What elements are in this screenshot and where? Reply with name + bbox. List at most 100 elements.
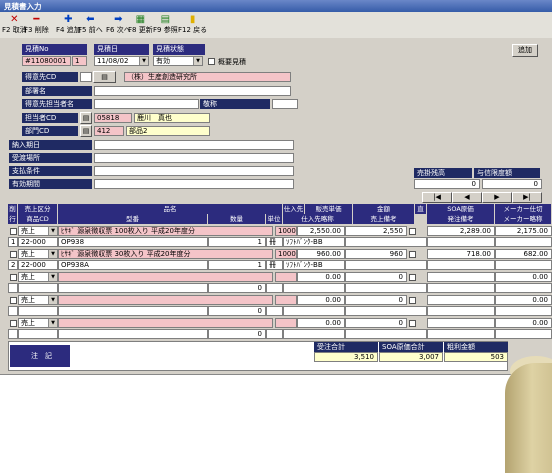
customer-name-field[interactable]: （株）生産創造研究所 [124,72,291,82]
status-select[interactable]: 有効 [153,56,203,66]
quantity-field[interactable]: 0 [208,283,266,293]
toolbar-button-0[interactable]: ✕ F2 取消 [2,13,27,37]
amount-field[interactable]: 2,550 [345,226,407,236]
delete-checkbox[interactable] [10,320,17,327]
unit-field[interactable] [266,329,283,339]
model-field[interactable] [58,306,208,316]
order-note-field[interactable] [427,237,495,247]
direct-checkbox[interactable] [409,274,416,281]
model-field[interactable]: OP938A [58,260,208,270]
product-cd-field[interactable] [18,306,58,316]
amount-field[interactable]: 0 [345,295,407,305]
product-name-field[interactable]: ﾋｻｷﾞ 源泉徴収票 30枚入り 平成20年度分 [58,249,273,259]
delete-checkbox[interactable] [10,274,17,281]
unit-field[interactable]: 冊 [266,237,283,247]
soa-cost-field[interactable] [427,272,495,282]
dept-name-field[interactable] [94,86,291,96]
staff-name-field[interactable]: 鹿川 真也 [134,113,210,123]
soa-cost-field[interactable] [427,295,495,305]
unit-price-field[interactable]: 0.00 [297,318,345,328]
unit-price-field[interactable]: 960.00 [297,249,345,259]
sales-type-select[interactable]: 売上 [18,318,58,328]
sales-note-field[interactable] [345,329,427,339]
payment-field[interactable] [94,166,294,176]
unit-field[interactable] [266,306,283,316]
order-note-field[interactable] [427,283,495,293]
estimate-no-suffix[interactable]: 1 [72,56,87,66]
contact-field[interactable] [94,99,199,109]
unit-price-field[interactable]: 2,550.00 [297,226,345,236]
direct-checkbox[interactable] [409,297,416,304]
section-cd-field[interactable]: 412 [94,126,124,136]
order-note-field[interactable] [427,260,495,270]
toolbar-button-6[interactable]: ▤ F9 参照 [153,13,178,37]
maker-price-field[interactable]: 0.00 [495,318,552,328]
honorific-field[interactable] [272,99,298,109]
maker-price-field[interactable]: 682.00 [495,249,552,259]
unit-field[interactable] [266,283,283,293]
delete-checkbox[interactable] [10,251,17,258]
soa-cost-field[interactable]: 718.00 [427,249,495,259]
product-cd-field[interactable]: 22-000 [18,260,58,270]
sales-type-select[interactable]: 売上 [18,295,58,305]
supplier-cd-field[interactable] [275,318,297,328]
product-name-field[interactable]: ﾋｻｷﾞ 源泉徴収票 100枚入り 平成20年度分 [58,226,273,236]
toolbar-button-7[interactable]: ▮ F12 戻る [178,13,207,37]
product-cd-field[interactable]: 22-000 [18,237,58,247]
product-name-field[interactable] [58,272,273,282]
first-record-button[interactable]: |◀ [422,192,452,203]
supplier-cd-field[interactable] [275,295,297,305]
order-note-field[interactable] [427,329,495,339]
amount-field[interactable]: 0 [345,318,407,328]
quantity-field[interactable]: 1 [208,260,266,270]
toolbar-button-4[interactable]: ➡ F6 次へ [106,13,131,37]
sales-note-field[interactable] [345,306,427,316]
customer-cd-field[interactable] [80,72,92,82]
summary-checkbox[interactable] [208,58,215,65]
supplier-cd-field[interactable]: 1000147 [275,226,297,236]
add-button[interactable]: 追加 [512,44,538,57]
customer-search-button[interactable]: ▤ [93,71,116,83]
sales-type-select[interactable]: 売上 [18,272,58,282]
sales-note-field[interactable] [345,260,427,270]
quantity-field[interactable]: 0 [208,306,266,316]
direct-checkbox[interactable] [409,228,416,235]
handover-field[interactable] [94,153,294,163]
soa-cost-field[interactable] [427,318,495,328]
direct-checkbox[interactable] [409,320,416,327]
toolbar-button-1[interactable]: ━ F3 削除 [24,13,49,37]
maker-price-field[interactable]: 0.00 [495,272,552,282]
toolbar-button-3[interactable]: ⬅ F5 前へ [78,13,103,37]
model-field[interactable] [58,283,208,293]
product-name-field[interactable] [58,295,273,305]
next-record-button[interactable]: ▶ [482,192,512,203]
last-record-button[interactable]: ▶| [512,192,542,203]
staff-cd-field[interactable]: 05818 [94,113,132,123]
staff-search-button[interactable]: ▤ [80,112,92,124]
sales-type-select[interactable]: 売上 [18,249,58,259]
delivery-date-field[interactable] [94,140,294,150]
product-name-field[interactable] [58,318,273,328]
amount-field[interactable]: 960 [345,249,407,259]
sales-note-field[interactable] [345,237,427,247]
unit-price-field[interactable]: 0.00 [297,295,345,305]
delete-checkbox[interactable] [10,297,17,304]
section-name-field[interactable]: 部品2 [126,126,210,136]
sales-type-select[interactable]: 売上 [18,226,58,236]
unit-field[interactable]: 冊 [266,260,283,270]
order-note-field[interactable] [427,306,495,316]
supplier-cd-field[interactable]: 1000147 [275,249,297,259]
product-cd-field[interactable] [18,283,58,293]
toolbar-button-2[interactable]: ✚ F4 追加 [56,13,81,37]
validity-field[interactable] [94,179,294,189]
model-field[interactable] [58,329,208,339]
supplier-cd-field[interactable] [275,272,297,282]
prev-record-button[interactable]: ◀ [452,192,482,203]
estimate-no-field[interactable]: #11080001 [22,56,71,66]
maker-price-field[interactable]: 0.00 [495,295,552,305]
section-search-button[interactable]: ▤ [80,125,92,137]
toolbar-button-5[interactable]: ▦ F8 更新 [128,13,153,37]
product-cd-field[interactable] [18,329,58,339]
quantity-field[interactable]: 1 [208,237,266,247]
soa-cost-field[interactable]: 2,289.00 [427,226,495,236]
